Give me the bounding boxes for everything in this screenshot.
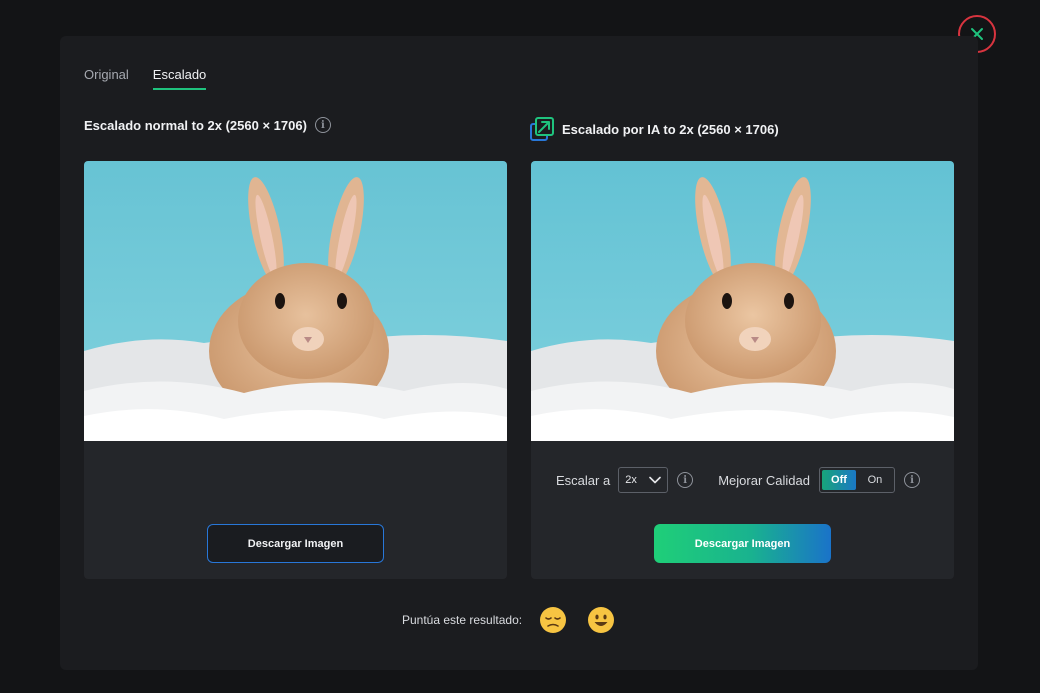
happy-face-icon[interactable] <box>587 606 615 634</box>
view-tabs: Original Escalado <box>84 67 207 90</box>
ai-upscale-panel: Escalar a 2x i Mejorar Calidad Off On i … <box>531 161 954 579</box>
toggle-off-option[interactable]: Off <box>821 470 856 490</box>
quality-label: Mejorar Calidad <box>718 472 810 488</box>
rating-label: Puntúa este resultado: <box>402 613 523 627</box>
quality-toggle[interactable]: Off On <box>818 467 895 493</box>
download-ai-button[interactable]: Descargar Imagen <box>654 524 831 563</box>
info-icon[interactable]: i <box>314 117 331 133</box>
scale-label: Escalar a <box>556 472 611 488</box>
rating-bar: Puntúa este resultado: <box>402 606 615 634</box>
ai-upscale-title: Escalado por IA to 2x (2560 × 1706) <box>562 121 779 137</box>
chevron-down-icon <box>649 476 662 484</box>
toggle-on-option[interactable]: On <box>858 470 892 490</box>
download-normal-button[interactable]: Descargar Imagen <box>207 524 384 563</box>
ai-upscale-heading: Escalado por IA to 2x (2560 × 1706) <box>530 117 779 141</box>
scale-select[interactable]: 2x <box>618 467 669 493</box>
quality-info-icon[interactable]: i <box>903 472 920 488</box>
sad-face-icon[interactable] <box>539 606 567 634</box>
bunny-image-normal <box>84 161 507 441</box>
upscale-controls: Escalar a 2x i Mejorar Calidad Off On i <box>556 467 936 493</box>
upscale-arrow-icon <box>530 117 554 141</box>
normal-upscale-heading: Escalado normal to 2x (2560 × 1706) i <box>84 117 331 133</box>
tab-original[interactable]: Original <box>84 67 129 90</box>
bunny-image-ai <box>531 161 954 441</box>
normal-upscale-panel: Descargar Imagen <box>84 161 507 579</box>
tab-escalado[interactable]: Escalado <box>152 67 207 90</box>
upscale-modal: Original Escalado Escalado normal to 2x … <box>60 36 978 670</box>
scale-value: 2x <box>625 474 637 486</box>
normal-upscale-title: Escalado normal to 2x (2560 × 1706) <box>84 117 307 133</box>
scale-info-icon[interactable]: i <box>677 472 694 488</box>
